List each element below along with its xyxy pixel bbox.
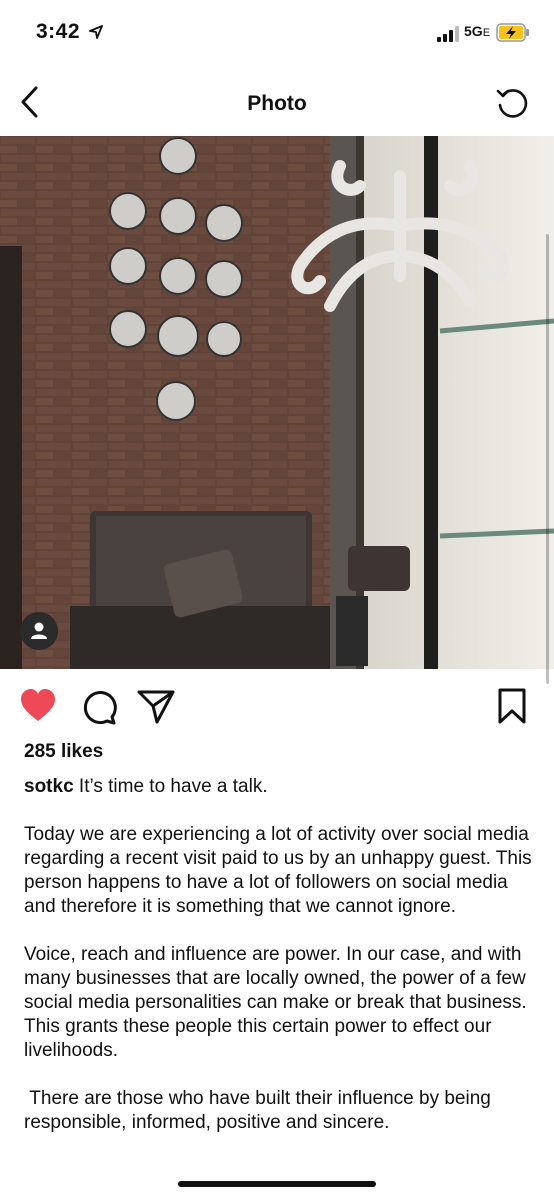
post-caption: sotkc It’s time to have a talk. Today we… <box>24 775 534 1159</box>
caption-paragraph: There are those who have built their inf… <box>24 1088 497 1133</box>
signal-icon <box>437 26 459 42</box>
page-title: Photo <box>247 92 307 115</box>
photo-illustration <box>0 136 554 669</box>
comment-icon[interactable] <box>78 686 118 726</box>
scroll-indicator[interactable] <box>546 234 549 684</box>
home-indicator[interactable] <box>178 1181 376 1187</box>
location-arrow-icon <box>89 25 103 39</box>
status-bar: 3:42 5GE <box>0 0 554 66</box>
likes-count[interactable]: 285 likes <box>24 741 103 763</box>
user-tag-icon[interactable] <box>20 612 58 650</box>
caption-first-line: sotkc It’s time to have a talk. <box>24 775 534 799</box>
status-time: 3:42 <box>36 20 81 43</box>
caption-text: It’s time to have a talk. <box>73 776 268 797</box>
caption-paragraph: Voice, reach and influence are power. In… <box>24 944 527 1061</box>
username[interactable]: sotkc <box>24 776 74 797</box>
post-actions <box>0 680 554 736</box>
refresh-icon[interactable] <box>494 86 530 122</box>
share-icon[interactable] <box>136 686 176 726</box>
network-label: 5GE <box>464 23 491 39</box>
bookmark-icon[interactable] <box>492 686 532 726</box>
post-photo[interactable] <box>0 136 554 669</box>
heart-icon[interactable] <box>18 686 58 726</box>
top-nav: Photo <box>0 72 554 136</box>
battery-charging-icon <box>496 23 529 42</box>
caption-paragraph: Today we are experiencing a lot of activ… <box>24 824 532 917</box>
